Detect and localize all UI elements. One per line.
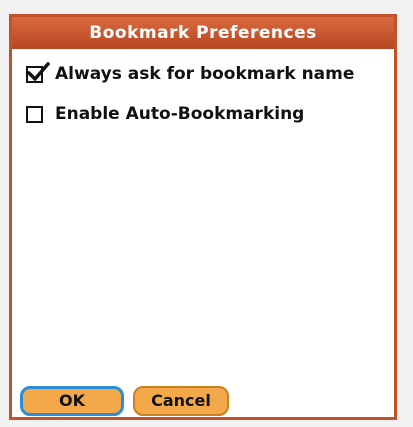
always-ask-checkbox[interactable] — [26, 61, 50, 83]
bookmark-preferences-dialog: Bookmark Preferences Always ask for book… — [9, 14, 397, 420]
auto-bookmarking-checkbox[interactable] — [26, 105, 43, 123]
cancel-button[interactable]: Cancel — [133, 386, 229, 416]
dialog-title: Bookmark Preferences — [12, 17, 394, 49]
always-ask-label: Always ask for bookmark name — [55, 64, 355, 84]
always-ask-bookmark-name-option[interactable]: Always ask for bookmark name — [26, 61, 354, 87]
auto-bookmarking-label: Enable Auto-Bookmarking — [55, 104, 305, 124]
enable-auto-bookmarking-option[interactable]: Enable Auto-Bookmarking — [26, 101, 304, 127]
ok-button[interactable]: OK — [20, 386, 124, 416]
checkmark-icon — [27, 61, 50, 81]
